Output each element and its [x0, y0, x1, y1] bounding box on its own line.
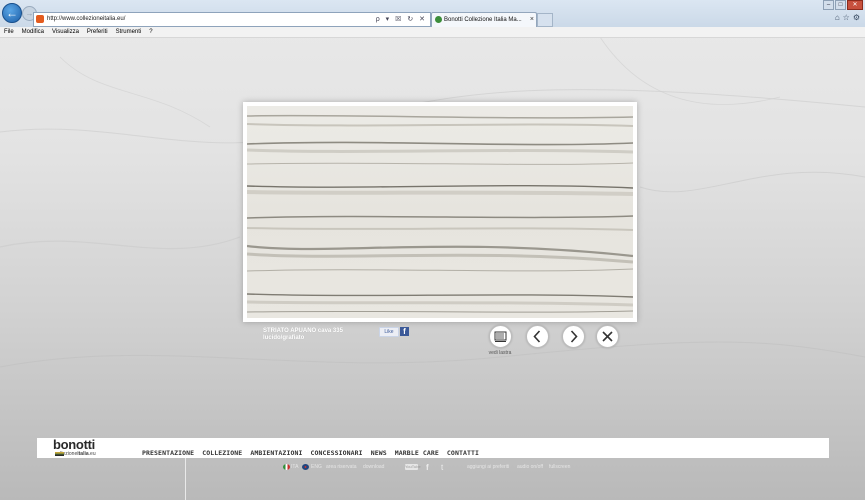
tab-title: Bonotti Collezione Italia Ma... [444, 17, 522, 23]
nav-concessionari[interactable]: CONCESSIONARI [307, 438, 367, 458]
minimize-icon[interactable]: – [823, 0, 834, 10]
menu-visualizza[interactable]: Visualizza [48, 27, 83, 37]
favorites-star-icon[interactable]: ☆ [843, 13, 853, 22]
bonotti-logo[interactable]: bonotti collezioneitalia.eu [53, 438, 96, 457]
address-bar[interactable]: http://www.collezioneitalia.eu/ ρ ▾ ☒ ↻ … [33, 12, 431, 27]
nav-ambientazioni[interactable]: AMBIENTAZIONI [246, 438, 306, 458]
menu-strumenti[interactable]: Strumenti [112, 27, 146, 37]
previous-button[interactable] [526, 325, 549, 348]
nav-news[interactable]: NEWS [367, 438, 391, 458]
new-tab-button[interactable] [537, 13, 553, 27]
browser-menubar: File Modifica Visualizza Preferiti Strum… [0, 27, 865, 38]
browser-toolbar: ← → http://www.collezioneitalia.eu/ ρ ▾ … [0, 0, 865, 28]
vedi-lastra-button[interactable] [489, 325, 512, 348]
menu-file[interactable]: File [0, 27, 18, 37]
window-close-icon[interactable]: ✕ [847, 0, 863, 10]
uk-flag-icon[interactable] [302, 464, 309, 470]
aggiungi-preferiti-link[interactable]: aggiungi ai preferiti [467, 463, 509, 472]
nav-presentazione[interactable]: PRESENTAZIONE [138, 438, 198, 458]
arrow-left-icon: ← [6, 6, 18, 20]
gear-icon[interactable]: ⚙ [853, 13, 863, 22]
fullscreen-link[interactable]: fullscreen [549, 463, 570, 472]
nav-marble-care[interactable]: MARBLE CARE [391, 438, 443, 458]
lang-eng[interactable]: ENG [311, 463, 322, 472]
address-url: http://www.collezioneitalia.eu/ [47, 16, 126, 22]
site-favicon-icon [36, 15, 44, 23]
youtube-icon[interactable]: YouTube [405, 464, 421, 470]
nav-contatti[interactable]: CONTATTI [443, 438, 483, 458]
site-nav: PRESENTAZIONE COLLEZIONE AMBIENTAZIONI C… [138, 438, 483, 458]
twitter-icon[interactable]: t [441, 463, 443, 472]
utility-row: ITA ENG area riservata download YouTube … [0, 463, 865, 473]
chevron-left-icon [533, 330, 541, 343]
marble-lightbox [243, 102, 637, 322]
slab-name: STRIATO APUANO cava 335 [263, 328, 343, 334]
menu-help[interactable]: ? [145, 27, 156, 37]
home-icon[interactable]: ⌂ [835, 13, 843, 22]
tab-close-icon[interactable]: × [530, 13, 534, 27]
logo-sub-b: italia [77, 451, 89, 457]
marble-slab-image [247, 106, 633, 318]
lang-ita[interactable]: ITA [291, 463, 298, 472]
logo-sub-c: .eu [88, 451, 96, 457]
menu-preferiti[interactable]: Preferiti [83, 27, 112, 37]
tab-favicon-icon [435, 16, 442, 23]
browser-right-icons: ⌂☆⚙ [835, 13, 863, 22]
slab-view-icon [494, 331, 507, 342]
chevron-right-icon [570, 330, 578, 343]
browser-tab[interactable]: Bonotti Collezione Italia Ma... × [431, 12, 537, 27]
download-link[interactable]: download [363, 463, 384, 472]
close-lightbox-button[interactable] [596, 325, 619, 348]
window-controls: – □ ✕ [822, 0, 863, 10]
close-icon [602, 331, 613, 342]
slab-caption: STRIATO APUANO cava 335 lucido/grafiato [263, 328, 373, 342]
address-tools[interactable]: ρ ▾ ☒ ↻ ✕ [376, 13, 427, 26]
italy-flag-icon[interactable] [283, 464, 290, 470]
facebook-like-button[interactable]: Like [379, 327, 399, 337]
facebook-icon[interactable]: f [426, 463, 429, 472]
like-label: Like [384, 329, 394, 335]
vedi-lastra-label: vedi lastra [488, 350, 512, 356]
logo-text: bonotti [53, 437, 95, 452]
slab-finish: lucido/grafiato [263, 335, 305, 341]
facebook-share-icon[interactable]: f [400, 327, 409, 336]
logo-stripes [55, 452, 64, 456]
maximize-icon[interactable]: □ [835, 0, 846, 10]
back-button[interactable]: ← [2, 3, 22, 23]
next-button[interactable] [562, 325, 585, 348]
area-riservata-link[interactable]: area riservata [326, 463, 357, 472]
menu-modifica[interactable]: Modifica [18, 27, 48, 37]
nav-collezione[interactable]: COLLEZIONE [198, 438, 246, 458]
site-navigation-bar: bonotti collezioneitalia.eu PRESENTAZION… [37, 438, 829, 458]
audio-toggle-link[interactable]: audio on/off [517, 463, 543, 472]
